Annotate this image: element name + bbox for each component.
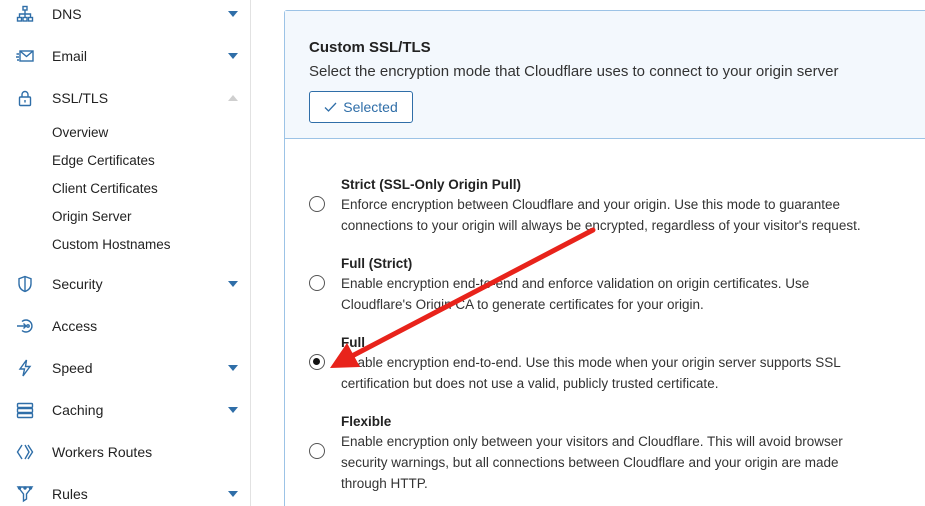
rules-icon [16, 485, 34, 503]
sidebar-item-security[interactable]: Security [0, 268, 251, 300]
option-description: Enable encryption end-to-end. Use this m… [341, 352, 901, 394]
option-title: Full (Strict) [341, 256, 413, 271]
sidebar-item-speed[interactable]: Speed [0, 352, 251, 384]
shield-icon [16, 275, 34, 293]
sidebar-item-email[interactable]: Email [0, 40, 251, 72]
workers-icon [16, 443, 34, 461]
option-description-line: Enable encryption end-to-end and enforce… [341, 276, 810, 291]
option-description-line: security warnings, but all connections b… [341, 455, 839, 470]
sidebar-subitem-custom-hostnames[interactable]: Custom Hostnames [52, 237, 171, 252]
option-description-line: connections to your origin will always b… [341, 218, 861, 233]
card-header: Custom SSL/TLS Select the encryption mod… [285, 11, 925, 139]
option-description-line: Cloudflare's Origin CA to generate certi… [341, 297, 704, 312]
sidebar-item-workers-routes[interactable]: Workers Routes [0, 436, 251, 468]
stack-icon [16, 401, 34, 419]
option-title: Flexible [341, 414, 392, 429]
sidebar-item-label: Caching [52, 402, 104, 418]
chevron-down-icon[interactable] [228, 489, 238, 499]
sidebar-item-caching[interactable]: Caching [0, 394, 251, 426]
sidebar-item-label: Speed [52, 360, 93, 376]
option-description-line: through HTTP. [341, 476, 428, 491]
sidebar-subitem-client-certificates[interactable]: Client Certificates [52, 181, 158, 196]
bolt-icon [16, 359, 34, 377]
chevron-down-icon[interactable] [228, 279, 238, 289]
chevron-down-icon[interactable] [228, 9, 238, 19]
option-description-line: Enable encryption only between your visi… [341, 434, 843, 449]
card-title: Custom SSL/TLS [309, 39, 431, 56]
sidebar-subitem-origin-server[interactable]: Origin Server [52, 209, 132, 224]
selected-button-label: Selected [343, 99, 398, 115]
sidebar-item-label: Email [52, 48, 88, 64]
option-description-line: Enforce encryption between Cloudflare an… [341, 197, 841, 212]
sidebar: DNS Email SSL/TLS Overview Edge Certific… [0, 0, 251, 506]
option-description-line: certification but does not use a valid, … [341, 376, 719, 391]
option-description: Enforce encryption between Cloudflare an… [341, 194, 901, 236]
chevron-down-icon[interactable] [228, 51, 238, 61]
chevron-down-icon[interactable] [228, 363, 238, 373]
chevron-up-icon[interactable] [228, 93, 238, 103]
sidebar-item-label: SSL/TLS [52, 90, 109, 106]
chevron-down-icon[interactable] [228, 405, 238, 415]
sidebar-subitem-edge-certificates[interactable]: Edge Certificates [52, 153, 155, 168]
option-description: Enable encryption only between your visi… [341, 431, 901, 494]
sidebar-item-ssl-tls[interactable]: SSL/TLS [0, 82, 251, 114]
sidebar-item-label: Security [52, 276, 103, 292]
sidebar-item-label: DNS [52, 6, 82, 22]
sidebar-item-access[interactable]: Access [0, 310, 251, 342]
sidebar-item-rules[interactable]: Rules [0, 478, 251, 506]
access-icon [16, 317, 34, 335]
sidebar-item-label: Workers Routes [52, 444, 153, 460]
radio-strict-ssl-only[interactable] [309, 196, 325, 212]
option-title: Full [341, 335, 365, 350]
sidebar-item-label: Rules [52, 486, 88, 502]
radio-full[interactable] [309, 354, 325, 370]
custom-ssl-tls-card: Custom SSL/TLS Select the encryption mod… [284, 10, 925, 506]
sidebar-item-dns[interactable]: DNS [0, 0, 251, 30]
network-icon [16, 5, 34, 23]
option-description-line: Enable encryption end-to-end. Use this m… [341, 355, 841, 370]
selected-button[interactable]: Selected [309, 91, 413, 123]
radio-flexible[interactable] [309, 443, 325, 459]
option-title: Strict (SSL-Only Origin Pull) [341, 177, 522, 192]
radio-full-strict[interactable] [309, 275, 325, 291]
card-description: Select the encryption mode that Cloudfla… [309, 63, 839, 80]
sidebar-item-label: Access [52, 318, 98, 334]
email-icon [16, 47, 34, 65]
sidebar-subitem-overview[interactable]: Overview [52, 125, 108, 140]
checkmark-icon [324, 102, 337, 112]
option-description: Enable encryption end-to-end and enforce… [341, 273, 901, 315]
lock-icon [16, 89, 34, 107]
